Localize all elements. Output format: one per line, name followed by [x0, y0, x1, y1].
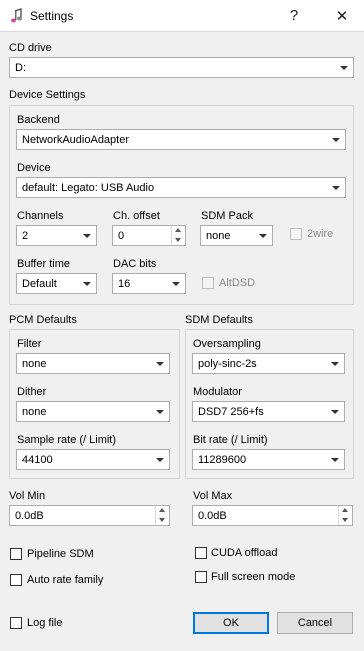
chevron-down-icon: [332, 138, 340, 142]
bit-rate-value: 11289600: [198, 454, 247, 466]
buffer-time-select[interactable]: Default: [16, 273, 97, 294]
auto-rate-family-label: Auto rate family: [27, 574, 104, 586]
spin-buttons[interactable]: [155, 506, 169, 525]
oversampling-label: Oversampling: [193, 338, 261, 350]
spin-up-icon[interactable]: [159, 508, 165, 512]
chevron-down-icon: [156, 362, 164, 366]
dac-bits-select[interactable]: 16: [112, 273, 186, 294]
cuda-offload-checkbox[interactable]: [195, 547, 207, 559]
dac-bits-label: DAC bits: [113, 258, 157, 270]
backend-select[interactable]: NetworkAudioAdapter: [16, 129, 346, 150]
window-title: Settings: [30, 9, 74, 23]
backend-value: NetworkAudioAdapter: [22, 134, 130, 146]
cd-drive-value: D:: [15, 62, 26, 74]
spin-down-icon[interactable]: [175, 238, 181, 242]
chevron-down-icon: [331, 458, 339, 462]
app-music-icon: [9, 8, 25, 24]
sdm-pack-select[interactable]: none: [200, 225, 273, 246]
chevron-down-icon: [331, 410, 339, 414]
dither-select[interactable]: none: [16, 401, 170, 422]
dither-label: Dither: [17, 386, 47, 398]
device-settings-title: Device Settings: [9, 89, 86, 101]
oversampling-value: poly-sinc-2s: [198, 358, 257, 370]
bit-rate-select[interactable]: 11289600: [192, 449, 345, 470]
dac-bits-value: 16: [118, 278, 131, 290]
device-select[interactable]: default: Legato: USB Audio: [16, 177, 346, 198]
sample-rate-value: 44100: [22, 454, 53, 466]
ch-offset-label: Ch. offset: [113, 210, 160, 222]
device-label: Device: [17, 162, 51, 174]
spin-down-icon[interactable]: [342, 518, 348, 522]
oversampling-select[interactable]: poly-sinc-2s: [192, 353, 345, 374]
channels-select[interactable]: 2: [16, 225, 97, 246]
close-button[interactable]: ✕: [322, 0, 362, 31]
bit-rate-label: Bit rate (/ Limit): [193, 434, 268, 446]
pipeline-sdm-label: Pipeline SDM: [27, 548, 94, 560]
altdsd-checkbox[interactable]: [202, 277, 214, 289]
sample-rate-select[interactable]: 44100: [16, 449, 170, 470]
chevron-down-icon: [83, 282, 91, 286]
cancel-button[interactable]: Cancel: [277, 612, 353, 634]
auto-rate-family-checkbox[interactable]: [10, 574, 22, 586]
full-screen-mode-label: Full screen mode: [211, 571, 296, 583]
sdm-pack-value: none: [206, 230, 231, 242]
ch-offset-spinbox[interactable]: 0: [112, 225, 186, 246]
help-button[interactable]: ?: [274, 0, 314, 31]
log-file-label: Log file: [27, 617, 63, 629]
chevron-down-icon: [156, 410, 164, 414]
modulator-value: DSD7 256+fs: [198, 406, 264, 418]
sample-rate-label: Sample rate (/ Limit): [17, 434, 117, 446]
cd-drive-select[interactable]: D:: [9, 57, 354, 78]
vol-min-spinbox[interactable]: 0.0dB: [9, 505, 170, 526]
filter-label: Filter: [17, 338, 42, 350]
spin-buttons[interactable]: [171, 226, 185, 245]
chevron-down-icon: [259, 234, 267, 238]
dither-value: none: [22, 406, 47, 418]
full-screen-mode-checkbox[interactable]: [195, 571, 207, 583]
filter-value: none: [22, 358, 47, 370]
title-bar: Settings ? ✕: [0, 0, 364, 32]
modulator-label: Modulator: [193, 386, 242, 398]
altdsd-label: AltDSD: [219, 277, 256, 289]
buffer-time-label: Buffer time: [17, 258, 70, 270]
chevron-down-icon: [83, 234, 91, 238]
vol-min-label: Vol Min: [9, 490, 46, 502]
two-wire-label: 2wire: [307, 228, 334, 240]
device-value: default: Legato: USB Audio: [22, 182, 155, 194]
spin-up-icon[interactable]: [175, 228, 181, 232]
log-file-checkbox[interactable]: [10, 617, 22, 629]
vol-min-value: 0.0dB: [15, 510, 44, 522]
cuda-offload-label: CUDA offload: [211, 547, 278, 559]
two-wire-checkbox[interactable]: [290, 228, 302, 240]
spin-up-icon[interactable]: [342, 508, 348, 512]
channels-value: 2: [22, 230, 29, 242]
chevron-down-icon: [172, 282, 180, 286]
spin-down-icon[interactable]: [159, 518, 165, 522]
sdm-defaults-title: SDM Defaults: [185, 314, 253, 326]
ch-offset-value: 0: [118, 230, 125, 242]
pipeline-sdm-checkbox[interactable]: [10, 548, 22, 560]
chevron-down-icon: [332, 186, 340, 190]
chevron-down-icon: [156, 458, 164, 462]
backend-label: Backend: [17, 114, 60, 126]
modulator-select[interactable]: DSD7 256+fs: [192, 401, 345, 422]
vol-max-value: 0.0dB: [198, 510, 227, 522]
chevron-down-icon: [340, 66, 348, 70]
cd-drive-label: CD drive: [9, 42, 52, 54]
buffer-time-value: Default: [22, 278, 57, 290]
filter-select[interactable]: none: [16, 353, 170, 374]
spin-buttons[interactable]: [338, 506, 352, 525]
ok-button[interactable]: OK: [193, 612, 269, 634]
chevron-down-icon: [331, 362, 339, 366]
vol-max-label: Vol Max: [193, 490, 233, 502]
pcm-defaults-title: PCM Defaults: [9, 314, 77, 326]
channels-label: Channels: [17, 210, 64, 222]
sdm-pack-label: SDM Pack: [201, 210, 253, 222]
vol-max-spinbox[interactable]: 0.0dB: [192, 505, 353, 526]
